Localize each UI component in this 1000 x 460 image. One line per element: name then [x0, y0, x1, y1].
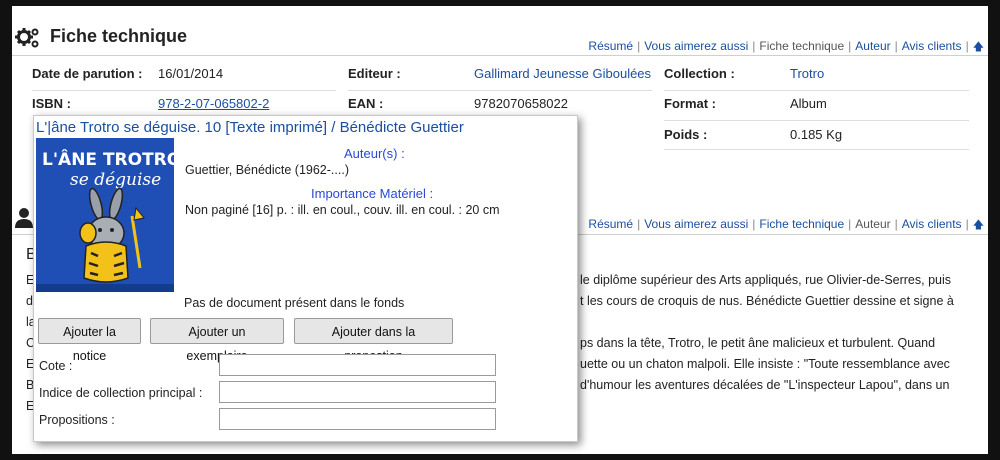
- cover-title-line2: se déguise: [70, 170, 161, 190]
- ean-label: EAN :: [348, 96, 384, 111]
- auteur-heading: Auteur(s) :: [344, 146, 405, 161]
- collection-link[interactable]: Trotro: [790, 66, 824, 81]
- section-divider: [12, 55, 988, 56]
- nav-vous-aimerez-aussi-link[interactable]: Vous aimerez aussi: [644, 217, 748, 231]
- nav-auteur-link[interactable]: Auteur: [855, 39, 890, 53]
- section-title: Fiche technique: [50, 26, 188, 46]
- book-cover-illustration: L'ÂNE TROTRO se déguise: [36, 138, 174, 292]
- back-to-top-icon[interactable]: 🡅: [973, 41, 984, 53]
- book-cover-image: L'ÂNE TROTRO se déguise: [36, 138, 174, 292]
- bio-line: ps dans la tête, Trotro, le petit âne ma…: [580, 336, 936, 350]
- row-divider: [348, 90, 652, 91]
- editeur-label: Editeur :: [348, 66, 401, 81]
- row-divider: [664, 120, 969, 121]
- editeur-link[interactable]: Gallimard Jeunesse Giboulées: [474, 66, 651, 81]
- fiche-technique-header: Fiche technique Résumé | Vous aimerez auss…: [12, 24, 988, 54]
- cote-label: Cote :: [39, 359, 73, 373]
- add-exemplaire-button[interactable]: Ajouter un exemplaire: [150, 318, 284, 363]
- nav-fiche-technique-current: Fiche technique: [759, 39, 845, 53]
- materiel-value: Non paginé [16] p. : ill. en coul., couv…: [185, 203, 500, 217]
- page: Fiche technique Résumé | Vous aimerez auss…: [12, 6, 988, 454]
- collection-label: Collection :: [664, 66, 735, 81]
- ean-value: 9782070658022: [474, 96, 568, 111]
- popup-title: L'|âne Trotro se déguise. 10 [Texte impr…: [36, 119, 464, 136]
- row-divider: [32, 90, 336, 91]
- nav-avis-clients-link[interactable]: Avis clients: [902, 39, 962, 53]
- row-divider: [664, 149, 969, 150]
- indice-label: Indice de collection principal :: [39, 386, 203, 400]
- nav-vous-aimerez-aussi-link[interactable]: Vous aimerez aussi: [644, 39, 748, 53]
- nav-avis-clients-link[interactable]: Avis clients: [902, 217, 962, 231]
- add-proposition-button[interactable]: Ajouter dans la propostion: [294, 318, 453, 363]
- cover-title-line1: L'ÂNE TROTRO: [42, 148, 174, 170]
- section-nav: Résumé | Vous aimerez aussi | Fiche techniqu…: [588, 217, 984, 231]
- bio-line: t les cours de croquis de nus. Bénédicte…: [580, 294, 954, 308]
- isbn-label: ISBN :: [32, 96, 71, 111]
- cote-input[interactable]: [219, 354, 496, 376]
- row-divider: [664, 90, 969, 91]
- propositions-input[interactable]: [219, 408, 496, 430]
- bio-line: d'humour les aventures décalées de "L'in…: [580, 378, 950, 392]
- poids-value: 0.185 Kg: [790, 127, 843, 142]
- materiel-heading: Importance Matériel :: [311, 186, 434, 201]
- poids-label: Poids :: [664, 127, 708, 142]
- bio-line: le diplôme supérieur des Arts appliqués,…: [580, 273, 952, 287]
- gears-icon: [15, 28, 39, 48]
- nav-resume-link[interactable]: Résumé: [588, 217, 633, 231]
- add-notice-button[interactable]: Ajouter la notice: [38, 318, 141, 363]
- author-bio: le diplôme supérieur des Arts appliqués,…: [580, 270, 975, 396]
- nav-fiche-technique-link[interactable]: Fiche technique: [759, 217, 844, 231]
- propositions-label: Propositions :: [39, 413, 115, 427]
- nav-auteur-current: Auteur: [855, 217, 891, 231]
- isbn-link[interactable]: 978-2-07-065802-2: [158, 96, 269, 111]
- auteur-value: Guettier, Bénédicte (1962-....): [185, 163, 349, 177]
- indice-input[interactable]: [219, 381, 496, 403]
- back-to-top-icon[interactable]: 🡅: [973, 219, 984, 231]
- date-value: 16/01/2014: [158, 66, 224, 81]
- notice-popup: L'|âne Trotro se déguise. 10 [Texte impr…: [33, 115, 578, 442]
- nav-resume-link[interactable]: Résumé: [588, 39, 633, 53]
- bio-line: uette ou un chaton malpoli. Elle insiste…: [580, 357, 950, 371]
- stock-status: Pas de document présent dans le fonds: [184, 296, 405, 310]
- format-label: Format :: [664, 96, 716, 111]
- date-label: Date de parution :: [32, 66, 143, 81]
- format-value: Album: [790, 96, 827, 111]
